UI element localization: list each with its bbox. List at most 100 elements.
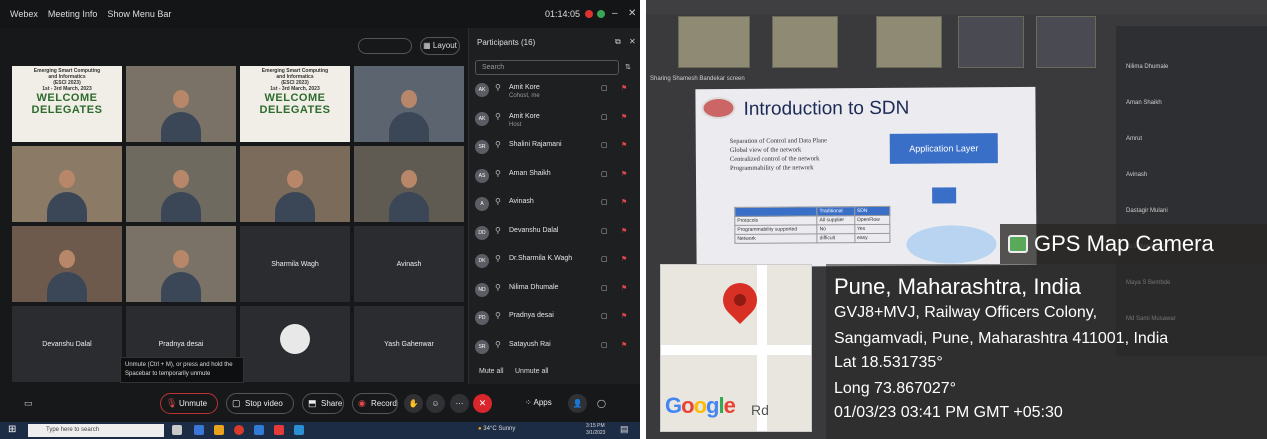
participant-row[interactable]: AK ⚲ Amit Kore Cohost, me ▢ ⚑ [475,80,635,102]
gps-datetime: 01/03/23 03:41 PM GMT +05:30 [834,404,1063,421]
leave-meeting-button[interactable]: ✕ [473,394,492,413]
camera-feed [126,66,236,142]
layout-button[interactable]: ▦ Layout [420,37,460,55]
stop-video-button[interactable]: ▢ Stop video [226,393,294,414]
camera-feed [240,146,350,222]
webex-icon[interactable] [294,425,304,435]
panel-close-icon[interactable]: ✕ [629,37,636,46]
taskbar-clock[interactable]: 3:15 PM 3/1/2023 [586,423,605,437]
taskbar-app-icon[interactable] [254,425,264,435]
participant-row[interactable]: AK ⚲ Amit Kore Host ▢ ⚑ [475,109,635,131]
popout-icon[interactable]: ⧉ [615,37,621,47]
photo-thumbnail [876,16,942,68]
gps-title: GPS Map Camera [1034,231,1214,256]
taskbar-search-text: Type here to search [46,427,100,433]
security-status-icon [597,10,605,18]
clock-date: 3/1/2023 [586,430,606,436]
mic-icon: ⚲ [495,339,501,349]
taskbar-search[interactable]: Type here to search [28,424,164,437]
task-view-icon[interactable] [172,425,182,435]
minimize-icon[interactable]: – [612,8,618,19]
menu-show-menu-bar[interactable]: Show Menu Bar [107,9,171,19]
video-tile[interactable] [12,146,122,222]
unmute-button[interactable]: 🎙 Unmute [160,393,218,414]
photo-thumbnail [772,16,838,68]
mute-all-button[interactable]: Mute all [479,368,504,375]
participants-search[interactable]: Search [475,60,619,75]
participant-row[interactable]: PD ⚲ Pradnya desai ▢ ⚑ [475,308,635,330]
camera-icon: ▢ [232,398,241,408]
video-tile[interactable]: Emerging Smart Computing and Informatics(… [12,66,122,142]
gps-camera-icon [1008,235,1028,253]
raise-hand-button[interactable]: ✋ [404,394,423,413]
share-button[interactable]: ⬒ Share [302,393,344,414]
video-tile[interactable]: Devanshu Dalal [12,306,122,382]
gps-map: Google Rd [660,264,812,432]
video-tile[interactable]: Emerging Smart Computing and Informatics(… [240,66,350,142]
photo-participant-name: Nilima Dhumale [1126,64,1169,70]
layout-label: Layout [432,41,457,50]
participant-name: Avinash [509,198,534,205]
photo-participant-name: Avinash [1126,172,1148,178]
unmute-all-button[interactable]: Unmute all [515,368,548,375]
participant-row[interactable]: AS ⚲ Aman Shaikh ▢ ⚑ [475,166,635,188]
participants-button[interactable]: 👤 [568,394,587,413]
default-avatar-icon [280,324,310,354]
video-tile[interactable] [126,226,236,302]
mic-muted-icon: ⚑ [621,313,628,320]
unmute-tooltip: Unmute (Ctrl + M), or press and hold the… [120,357,244,383]
record-status-icon [585,10,593,18]
participant-row[interactable]: DK ⚲ Dr.Sharmila K.Wagh ▢ ⚑ [475,251,635,273]
participant-avatar: DD [475,225,489,240]
participant-row[interactable]: A ⚲ Avinash ▢ ⚑ [475,194,635,216]
tile-name: Sharmila Wagh [271,260,319,268]
video-tile[interactable] [240,306,350,382]
participants-header: Participants (16) [477,38,536,47]
taskbar-app-icon[interactable] [274,425,284,435]
windows-start-icon[interactable]: ⊞ [8,424,16,435]
sort-icon[interactable]: ⇅ [625,63,631,71]
chat-button[interactable]: ◯ [592,394,611,413]
video-tile[interactable]: Yash Gahenwar [354,306,464,382]
video-tile[interactable]: Avinash [354,226,464,302]
welcome-text: WELCOME DELEGATES [31,92,103,116]
video-tile[interactable] [240,146,350,222]
notifications-icon[interactable]: ▤ [620,424,629,435]
mic-icon: ⚲ [495,140,501,149]
participant-name: Dr.Sharmila K.Wagh [509,255,573,262]
menu-webex[interactable]: Webex [10,9,38,19]
chrome-icon[interactable] [234,425,244,435]
mic-icon: ⚲ [495,168,501,178]
video-tile[interactable] [126,146,236,222]
participant-row[interactable]: SR ⚲ Shalini Rajamani ▢ ⚑ [475,137,635,159]
apps-button[interactable]: ⁘ Apps [525,398,552,407]
video-tile[interactable] [12,226,122,302]
person-body [275,192,315,222]
video-tile[interactable] [354,66,464,142]
more-options-button[interactable]: ⋯ [450,394,469,413]
mic-muted-icon: ⚑ [621,227,628,235]
participant-row[interactable]: SR ⚲ Satayush Rai ▢ ⚑ [475,337,635,359]
video-tile[interactable] [354,146,464,222]
participant-name: Devanshu Dalal [509,226,559,234]
participant-row[interactable]: ND ⚲ Nilima Dhumale ▢ ⚑ [475,280,635,302]
tile-size-slider[interactable] [358,38,412,54]
video-tile[interactable] [126,66,236,142]
taskbar-app-icon[interactable] [214,425,224,435]
weather-widget[interactable]: ● 34°C Sunny [478,426,515,432]
video-tile[interactable]: Sharmila Wagh [240,226,350,302]
taskbar-app-icon[interactable] [194,425,204,435]
participant-avatar: AS [475,168,489,183]
participant-avatar: AK [475,111,489,126]
participant-row[interactable]: DD ⚲ Devanshu Dalal ▢ ⚑ [475,223,635,245]
reactions-button[interactable]: ☺ [426,394,445,413]
menu-meeting-info[interactable]: Meeting Info [48,9,98,19]
close-icon[interactable]: ✕ [628,8,636,19]
captions-icon[interactable]: ▭ [24,398,33,409]
tile-name: Pradnya desai [158,340,204,348]
map-road [661,345,811,355]
video-status-icon: ▢ [601,199,608,206]
apps-label: Apps [533,398,552,407]
record-button[interactable]: ◉ Record [352,393,398,414]
comparison-table: Traditional SDN Protocols All supplier OpenF… [734,206,890,244]
